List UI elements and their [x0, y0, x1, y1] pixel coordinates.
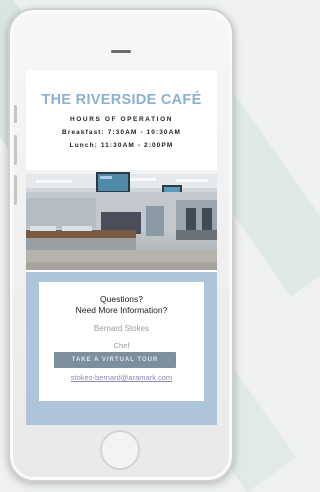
- contact-email-link[interactable]: stokes-bernard@aramark.com: [39, 373, 204, 382]
- breakfast-hours: Breakfast: 7:30AM - 10:30AM: [62, 129, 181, 136]
- phone-screen: THE RIVERSIDE CAFÉ HOURS OF OPERATION Br…: [26, 70, 217, 425]
- phone-side-button: [14, 175, 17, 205]
- phone-home-button: [100, 430, 140, 470]
- phone-side-button: [14, 105, 17, 123]
- virtual-tour-button[interactable]: TAKE A VIRTUAL TOUR: [54, 352, 176, 368]
- contact-role: Chef: [113, 341, 130, 350]
- phone-speaker: [111, 50, 131, 53]
- contact-section: Questions? Need More Information? Bernar…: [26, 272, 217, 425]
- cafe-interior-illustration: [26, 170, 217, 270]
- contact-card: Questions? Need More Information? Bernar…: [39, 282, 204, 401]
- questions-heading: Questions?: [100, 294, 143, 304]
- more-info-heading: Need More Information?: [75, 305, 168, 315]
- contact-name: Bernard Stokes: [93, 324, 150, 333]
- lunch-hours: Lunch: 11:30AM - 2:00PM: [69, 142, 174, 149]
- hours-heading: HOURS OF OPERATION: [69, 116, 174, 123]
- phone-side-button: [14, 135, 17, 165]
- phone-frame: THE RIVERSIDE CAFÉ HOURS OF OPERATION Br…: [8, 8, 234, 482]
- page-title: THE RIVERSIDE CAFÉ: [41, 92, 202, 108]
- cafe-interior-photo: [26, 170, 217, 270]
